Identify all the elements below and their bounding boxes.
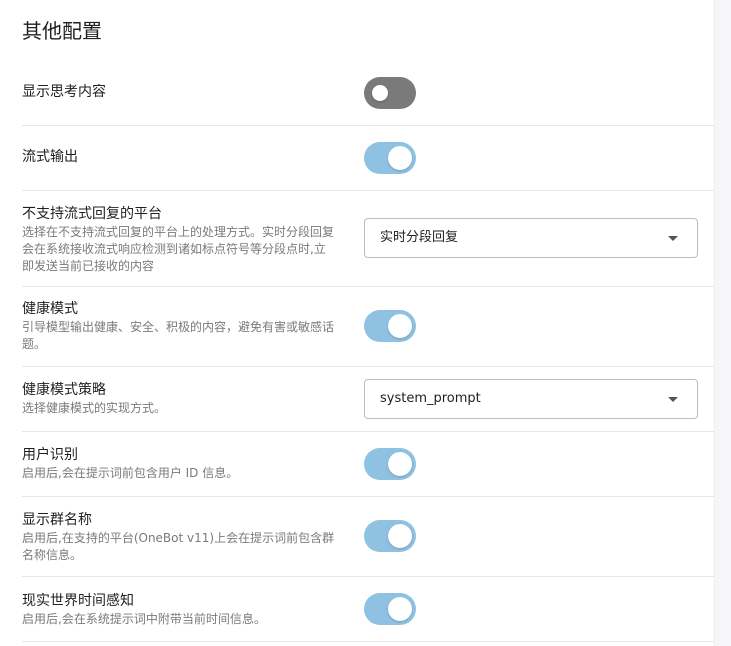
divider bbox=[22, 641, 714, 642]
section-title: 其他配置 bbox=[22, 19, 102, 43]
toggle-knob bbox=[388, 524, 412, 548]
setting-desc-line: 启用后,会在系统提示词中附带当前时间信息。 bbox=[22, 612, 266, 626]
setting-title: 用户识别 bbox=[22, 447, 78, 463]
setting-label: 流式输出 bbox=[22, 147, 344, 167]
setting-row-realtime-awareness: 现实世界时间感知 启用后,会在系统提示词中附带当前时间信息。 bbox=[0, 577, 714, 642]
setting-title: 不支持流式回复的平台 bbox=[22, 206, 162, 222]
right-panel-edge bbox=[714, 0, 731, 646]
setting-desc-line: 启用后,在支持的平台(OneBot v11)上会在提示词前包含群 bbox=[22, 531, 335, 545]
setting-title: 显示思考内容 bbox=[22, 84, 106, 100]
setting-desc-line: 选择健康模式的实现方式。 bbox=[22, 401, 167, 415]
setting-title: 显示群名称 bbox=[22, 512, 92, 528]
toggle-knob bbox=[388, 146, 412, 170]
setting-row-health-strategy: 健康模式策略 选择健康模式的实现方式。 system_prompt bbox=[0, 367, 714, 432]
setting-label: 健康模式 引导模型输出健康、安全、积极的内容，避免有害或敏感话 题。 bbox=[22, 299, 344, 353]
setting-title: 健康模式 bbox=[22, 301, 78, 317]
caret-down-icon bbox=[668, 236, 678, 241]
toggle-knob bbox=[388, 597, 412, 621]
setting-row-show-thinking: 显示思考内容 bbox=[0, 60, 714, 126]
setting-label: 显示群名称 启用后,在支持的平台(OneBot v11)上会在提示词前包含群 名… bbox=[22, 510, 344, 564]
toggle-knob bbox=[388, 452, 412, 476]
health-strategy-select[interactable]: system_prompt bbox=[364, 379, 698, 419]
setting-desc-line: 选择在不支持流式回复的平台上的处理方式。实时分段回复 bbox=[22, 225, 335, 239]
setting-desc-line: 启用后,会在提示词前包含用户 ID 信息。 bbox=[22, 466, 239, 480]
setting-desc-line: 引导模型输出健康、安全、积极的内容，避免有害或敏感话 bbox=[22, 320, 335, 334]
unsupported-stream-select[interactable]: 实时分段回复 bbox=[364, 218, 698, 258]
show-group-name-toggle[interactable] bbox=[364, 520, 416, 552]
setting-label: 健康模式策略 选择健康模式的实现方式。 bbox=[22, 380, 344, 417]
setting-desc-line: 即发送当前已接收的内容 bbox=[22, 259, 155, 273]
select-value: 实时分段回复 bbox=[380, 230, 459, 245]
health-mode-toggle[interactable] bbox=[364, 310, 416, 342]
setting-label: 用户识别 启用后,会在提示词前包含用户 ID 信息。 bbox=[22, 445, 344, 482]
setting-desc-line: 题。 bbox=[22, 337, 47, 351]
setting-label: 现实世界时间感知 启用后,会在系统提示词中附带当前时间信息。 bbox=[22, 591, 344, 628]
setting-row-health-mode: 健康模式 引导模型输出健康、安全、积极的内容，避免有害或敏感话 题。 bbox=[0, 287, 714, 367]
realtime-awareness-toggle[interactable] bbox=[364, 593, 416, 625]
select-value: system_prompt bbox=[380, 391, 481, 406]
stream-output-toggle[interactable] bbox=[364, 142, 416, 174]
setting-title: 流式输出 bbox=[22, 149, 78, 165]
setting-row-unsupported-stream: 不支持流式回复的平台 选择在不支持流式回复的平台上的处理方式。实时分段回复 会在… bbox=[0, 191, 714, 287]
toggle-knob bbox=[372, 85, 388, 101]
settings-page: 其他配置 显示思考内容 流式输出 不支持流式回复的平台 选择在不支持流式回复的平… bbox=[0, 0, 731, 646]
setting-row-show-group-name: 显示群名称 启用后,在支持的平台(OneBot v11)上会在提示词前包含群 名… bbox=[0, 497, 714, 577]
setting-row-user-identify: 用户识别 启用后,会在提示词前包含用户 ID 信息。 bbox=[0, 432, 714, 497]
setting-title: 健康模式策略 bbox=[22, 382, 106, 398]
user-identify-toggle[interactable] bbox=[364, 448, 416, 480]
toggle-knob bbox=[388, 314, 412, 338]
caret-down-icon bbox=[668, 397, 678, 402]
setting-desc-line: 会在系统接收流式响应检测到诸如标点符号等分段点时,立 bbox=[22, 242, 326, 256]
setting-label: 不支持流式回复的平台 选择在不支持流式回复的平台上的处理方式。实时分段回复 会在… bbox=[22, 204, 344, 275]
setting-label: 显示思考内容 bbox=[22, 82, 344, 102]
setting-row-stream-output: 流式输出 bbox=[0, 126, 714, 191]
setting-title: 现实世界时间感知 bbox=[22, 593, 134, 609]
setting-desc-line: 名称信息。 bbox=[22, 548, 83, 562]
show-thinking-toggle[interactable] bbox=[364, 77, 416, 109]
